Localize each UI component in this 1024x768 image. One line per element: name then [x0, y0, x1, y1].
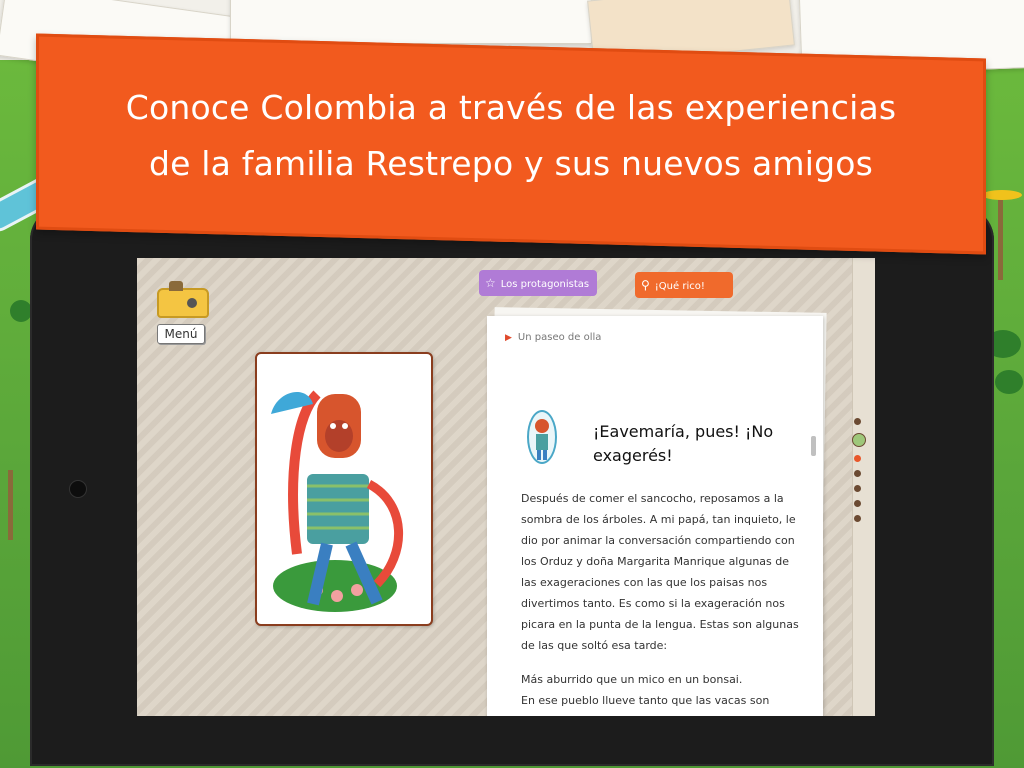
page-dot[interactable]	[853, 418, 861, 425]
tablet-camera	[69, 480, 87, 498]
tab-label: Los protagonistas	[500, 279, 590, 290]
palm-tree-icon	[8, 470, 13, 540]
paragraph: Después de comer el sancocho, reposamos …	[521, 492, 799, 652]
jeep-icon[interactable]	[157, 281, 209, 318]
palm-leaf-icon	[982, 190, 1022, 200]
tab-label: ¡Qué rico!	[654, 281, 705, 292]
star-icon: ☆	[485, 276, 496, 290]
page-dot[interactable]	[853, 470, 861, 477]
character-illustration	[255, 352, 433, 626]
tab-que-rico[interactable]: ⚲ ¡Qué rico!	[635, 272, 733, 298]
portrait-drawing	[535, 419, 549, 460]
page-dot[interactable]	[853, 485, 861, 492]
promo-banner: Conoce Colombia a través de las experien…	[36, 33, 986, 255]
tab-protagonists[interactable]: ☆ Los protagonistas	[479, 270, 597, 296]
paper-card-mid	[230, 0, 592, 44]
banner-line-2: de la familia Restrepo y sus nuevos amig…	[148, 144, 874, 183]
story-page: ▶ Un paseo de olla ¡Eavemaría, pues! ¡No …	[487, 316, 823, 716]
page-dot-current-icon[interactable]	[852, 433, 866, 447]
breadcrumb-label: Un paseo de olla	[517, 332, 602, 343]
character-portrait[interactable]	[527, 410, 557, 464]
paragraph: Más aburrido que un mico en un bonsai.	[521, 673, 743, 686]
page-dot[interactable]	[853, 455, 861, 462]
banner-headline: Conoce Colombia a través de las experien…	[36, 80, 986, 192]
tree-icon	[10, 300, 32, 322]
page-dot[interactable]	[853, 500, 861, 507]
fork-spoon-icon: ⚲	[641, 278, 650, 292]
page-indicator[interactable]	[852, 418, 866, 530]
banner-line-1: Conoce Colombia a través de las experien…	[125, 88, 897, 127]
breadcrumb: ▶ Un paseo de olla	[505, 332, 601, 343]
tree-icon	[995, 370, 1023, 394]
character-drawing	[271, 390, 403, 612]
paragraph: En ese pueblo llueve tanto que las vacas…	[521, 694, 770, 707]
app-screen: Menú ☆ Los protagonistas ⚲ ¡Qué rico! ▶ …	[137, 258, 875, 716]
play-icon: ▶	[505, 333, 512, 343]
story-headline: ¡Eavemaría, pues! ¡No exagerés!	[593, 422, 774, 465]
story-body: Después de comer el sancocho, reposamos …	[521, 488, 801, 711]
scrollbar[interactable]	[811, 436, 816, 456]
menu-button[interactable]: Menú	[157, 324, 205, 344]
palm-tree-icon	[998, 200, 1003, 280]
page-dot[interactable]	[853, 515, 861, 522]
